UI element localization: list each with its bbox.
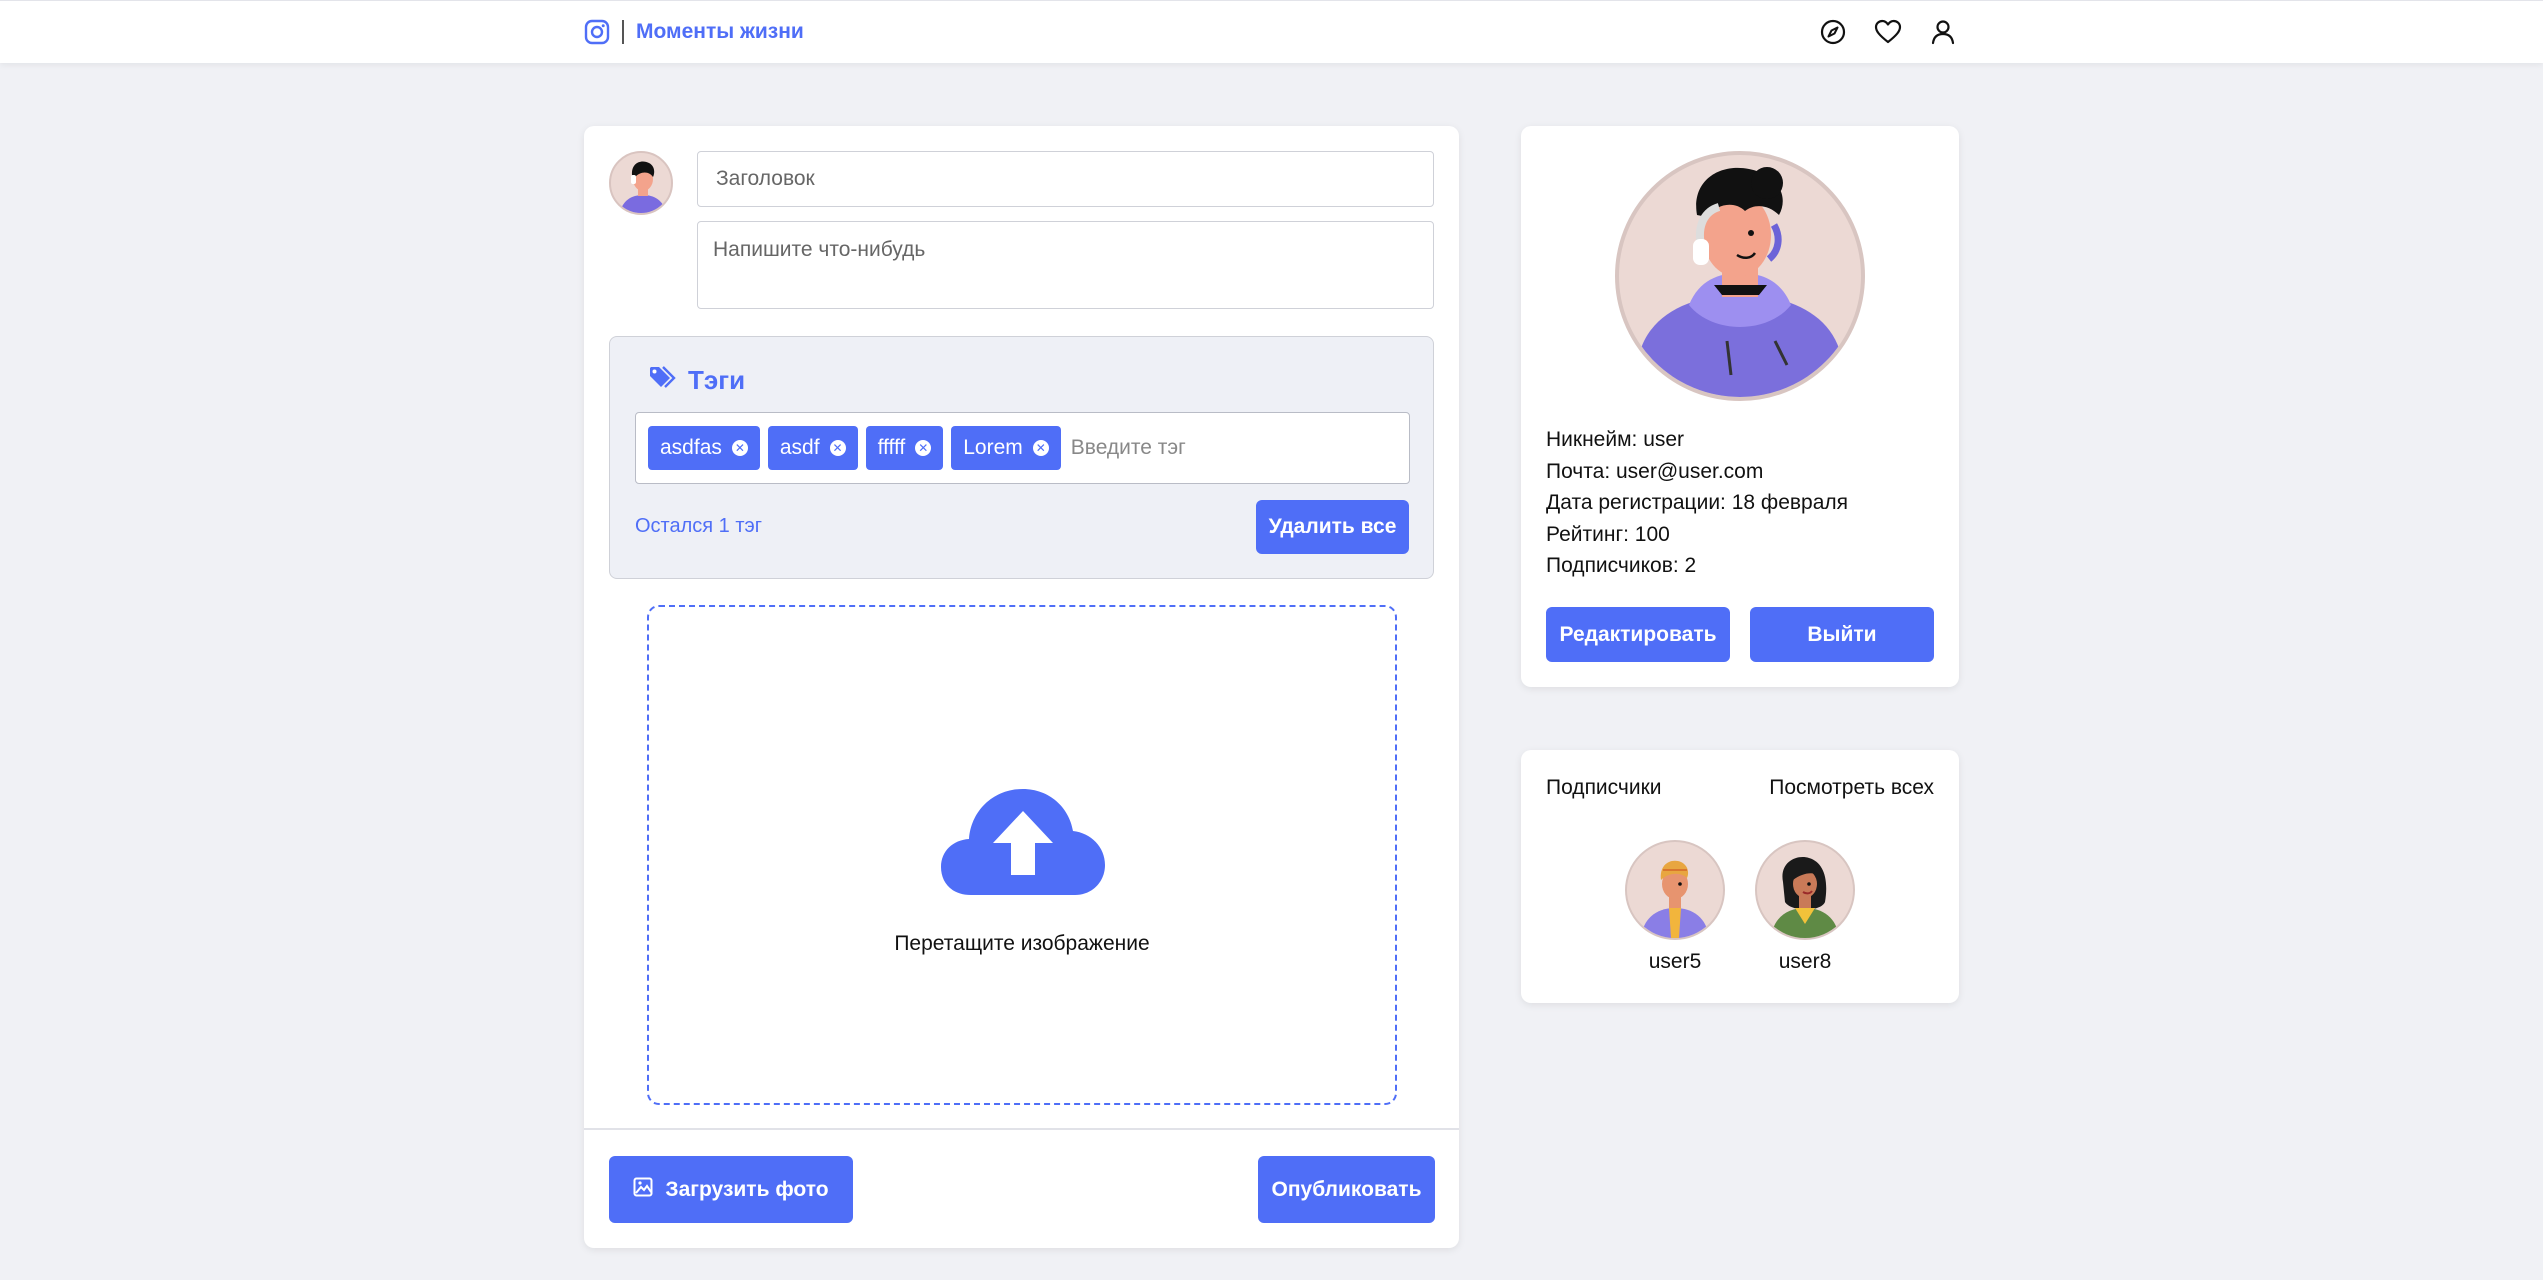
avatar[interactable] [1625, 840, 1725, 940]
tags-label: Тэги [688, 365, 746, 395]
tag-chip-label: asdf [779, 436, 820, 459]
edit-profile-button[interactable]: Редактировать [1546, 607, 1730, 662]
profile-card: Никнейм: user Почта: user@user.com Дата … [1521, 126, 1959, 687]
subscriber-item[interactable]: user5 [1625, 840, 1725, 974]
tag-icon [648, 365, 678, 396]
dropzone-text: Перетащите изображение [894, 932, 1150, 955]
logout-button[interactable]: Выйти [1750, 607, 1934, 662]
profile-nickname: Никнейм: user [1546, 428, 1685, 451]
body-input[interactable] [697, 221, 1434, 309]
image-dropzone[interactable]: Перетащите изображение [647, 605, 1397, 1105]
profile-avatar [1615, 151, 1865, 401]
remove-tag-icon[interactable]: ✕ [915, 440, 932, 456]
top-navbar: Моменты жизни [0, 0, 2543, 63]
remove-tag-icon[interactable]: ✕ [1032, 440, 1049, 456]
view-all-subscribers-link[interactable]: Посмотреть всех [1769, 776, 1934, 800]
tag-chip-label: fffff [877, 436, 906, 459]
image-icon [633, 1177, 653, 1203]
remove-tag-icon[interactable]: ✕ [829, 440, 846, 456]
heart-icon[interactable] [1873, 17, 1903, 47]
upload-photo-button[interactable]: Загрузить фото [609, 1156, 853, 1223]
profile-email: Почта: user@user.com [1546, 459, 1764, 483]
tags-header: Тэги [648, 365, 745, 396]
tag-chip[interactable]: fffff ✕ [865, 426, 944, 470]
divider [584, 1128, 1459, 1130]
tag-chip[interactable]: asdfas ✕ [648, 426, 760, 470]
brand[interactable]: Моменты жизни [584, 17, 804, 47]
tag-input[interactable] [1070, 436, 1311, 460]
subscribers-title: Подписчики [1546, 776, 1662, 799]
profile-rating: Рейтинг: 100 [1546, 522, 1670, 546]
avatar[interactable] [609, 151, 673, 215]
compass-icon[interactable] [1818, 17, 1848, 47]
tag-chip-label: Lorem [963, 436, 1023, 459]
profile-registered: Дата регистрации: 18 февраля [1546, 491, 1849, 514]
instagram-icon [584, 19, 610, 45]
brand-separator [622, 20, 624, 44]
profile-subscribers: Подписчиков: 2 [1546, 554, 1697, 577]
avatar[interactable] [1755, 840, 1855, 940]
cloud-upload-icon [941, 787, 1105, 897]
subscriber-item[interactable]: user8 [1755, 840, 1855, 974]
tag-chip-label: asdfas [660, 436, 722, 459]
delete-all-tags-button[interactable]: Удалить все [1256, 500, 1409, 554]
subscriber-name[interactable]: user5 [1625, 950, 1725, 974]
brand-name[interactable]: Моменты жизни [636, 20, 804, 44]
publish-button[interactable]: Опубликовать [1258, 1156, 1435, 1223]
tag-chip[interactable]: asdf ✕ [767, 426, 858, 470]
tags-panel: Тэги asdfas ✕ asdf ✕ fffff ✕ Lorem ✕ Остался… [609, 336, 1434, 579]
post-composer: Тэги asdfas ✕ asdf ✕ fffff ✕ Lorem ✕ Остался… [584, 126, 1459, 1248]
subscriber-name[interactable]: user8 [1755, 950, 1855, 974]
tags-input-field[interactable]: asdfas ✕ asdf ✕ fffff ✕ Lorem ✕ [635, 412, 1410, 484]
subscribers-card: Подписчики Посмотреть всех user5 user8 [1521, 750, 1959, 1003]
remove-tag-icon[interactable]: ✕ [731, 440, 748, 456]
title-input[interactable] [697, 151, 1434, 207]
tags-remaining: Остался 1 тэг [635, 515, 763, 537]
tag-chip[interactable]: Lorem ✕ [951, 426, 1061, 470]
upload-photo-label: Загрузить фото [665, 1177, 829, 1201]
profile-info: Никнейм: user Почта: user@user.com Дата … [1546, 424, 1848, 582]
user-icon[interactable] [1928, 17, 1958, 47]
nav-icons [1818, 17, 1958, 47]
